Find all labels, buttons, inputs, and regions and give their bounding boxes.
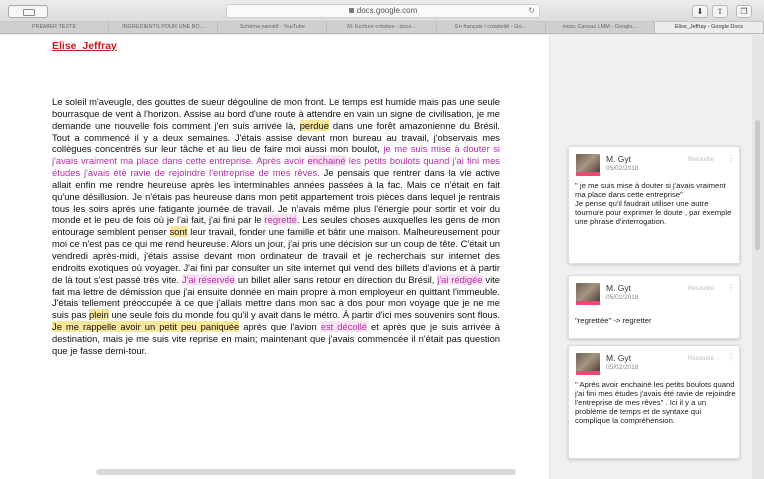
comment-author: M. Gyt — [606, 154, 632, 164]
comment-author: M. Gyt — [606, 353, 632, 363]
address-bar[interactable]: docs.google.com ↻ — [226, 4, 540, 18]
avatar — [576, 283, 600, 305]
tab-ingredients[interactable]: INGRÉDIENTS POUR UNE BO... — [109, 22, 219, 33]
comment-highlight-paniquee[interactable]: Je me rappelle avoir un petit peu paniqu… — [52, 321, 240, 333]
document-title: Elise_Jeffray — [52, 40, 117, 52]
tab-elise-jeffray[interactable]: Elise_Jeffray - Google Docs — [654, 22, 764, 33]
text-run: un billet aller sans retour en direction… — [235, 273, 438, 285]
comment-date: 05/02/2018 — [606, 165, 639, 172]
tab-strip: PREMIER TEXTE INGRÉDIENTS POUR UNE BO...… — [0, 22, 764, 34]
document-body[interactable]: Le soleil m'aveugle, des gouttes de sueu… — [52, 96, 500, 357]
download-icon[interactable]: ⬇ — [692, 5, 708, 18]
more-options-icon[interactable]: ⋮ — [727, 154, 735, 163]
resolve-button[interactable]: Résoudre — [679, 155, 723, 166]
comment-highlight-perdue[interactable]: perdue — [299, 119, 329, 131]
comment-date: 05/02/2018 — [606, 364, 639, 371]
comment-highlight-decolle[interactable]: est décollé — [320, 321, 367, 333]
avatar — [576, 154, 600, 176]
comment-highlight-regrette[interactable]: regretté — [264, 214, 297, 226]
avatar — [576, 353, 600, 375]
more-options-icon[interactable]: ⋮ — [727, 283, 735, 292]
comment-text: " je me suis mise à douter si j'avais vr… — [575, 181, 732, 227]
reload-icon[interactable]: ↻ — [528, 5, 535, 17]
comment-highlight-plein[interactable]: plein — [89, 309, 109, 321]
comment-highlight-reservee[interactable]: J'ai réservée — [181, 273, 236, 285]
text-run: après que l'avion — [239, 321, 321, 333]
comment-date: 05/02/2018 — [606, 294, 639, 301]
comment-highlight-redigee[interactable]: j'ai rédigée — [437, 273, 483, 285]
scrollbar-thumb[interactable] — [755, 120, 760, 250]
comment-card[interactable]: M. Gyt 05/02/2018 Résoudre ⋮ " Après avo… — [568, 345, 740, 459]
comment-author: M. Gyt — [606, 283, 632, 293]
horizontal-scrollbar[interactable] — [96, 469, 516, 475]
resolve-button[interactable]: Résoudre — [679, 284, 723, 295]
tab-premier-texte[interactable]: PREMIER TEXTE — [0, 22, 110, 33]
text-run: une seule fois du monde fou qu'il y avai… — [108, 309, 500, 321]
tab-francais-creativite[interactable]: En français ! créativité - Go... — [437, 22, 546, 33]
tab-ecriture-creative[interactable]: M. Écriture créative - docs... — [327, 22, 437, 33]
sidebar-toggle-button[interactable] — [8, 5, 48, 18]
comment-card[interactable]: M. Gyt 05/02/2018 Résoudre ⋮ "regrettée"… — [568, 275, 740, 339]
tabs-overview-icon[interactable]: ❐ — [736, 5, 752, 18]
comment-highlight-enchaine[interactable]: enchainé — [307, 155, 346, 167]
browser-toolbar: docs.google.com ↻ ⬇ ⇧ ❐ — [0, 0, 764, 22]
tab-mooc-canvas[interactable]: mooc Canvas LMM - Google... — [546, 22, 655, 33]
share-icon[interactable]: ⇧ — [712, 5, 728, 18]
comment-text: "regrettée" -> regretter — [575, 316, 652, 325]
comment-card[interactable]: M. Gyt 05/02/2018 Résoudre ⋮ " je me sui… — [568, 146, 740, 264]
vertical-scrollbar[interactable] — [752, 35, 764, 479]
resolve-button[interactable]: Résoudre — [679, 354, 723, 365]
url-text: docs.google.com — [356, 6, 418, 15]
tab-schema-narratif[interactable]: Schéma narratif - YouTube — [218, 22, 328, 33]
lock-icon — [348, 8, 354, 13]
comment-highlight-sont[interactable]: sont — [169, 226, 188, 238]
comment-text: " Après avoir enchainé les petits boulot… — [575, 380, 736, 426]
document-page[interactable]: Elise_Jeffray Le soleil m'aveugle, des g… — [0, 35, 549, 479]
more-options-icon[interactable]: ⋮ — [727, 353, 735, 362]
